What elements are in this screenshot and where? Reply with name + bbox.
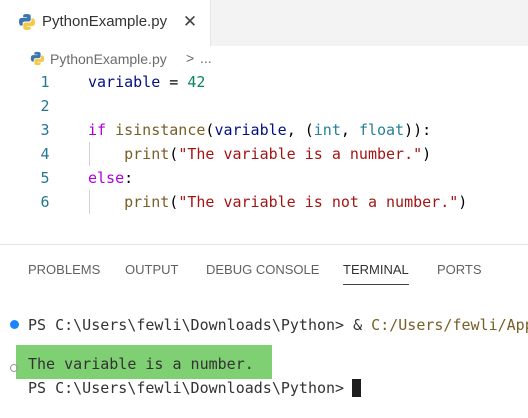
- code-token: 42: [187, 73, 206, 91]
- terminal[interactable]: PS C:\Users\fewli\Downloads\Python> & C:…: [0, 300, 528, 418]
- code-token: "The variable is not a number.": [178, 193, 459, 211]
- line-number: 2: [40, 97, 50, 115]
- line-number: 6: [40, 193, 50, 211]
- code-token: :: [124, 169, 134, 187]
- code-token: , (: [286, 121, 314, 139]
- code-token: )):: [404, 121, 432, 139]
- terminal-prompt: PS C:\Users\fewli\Downloads\Python> &: [28, 316, 372, 334]
- code-token: (: [169, 145, 179, 163]
- line-number: 1: [40, 73, 50, 91]
- code-token: print: [124, 145, 170, 163]
- code-text: print("The variable is a number."): [88, 145, 431, 163]
- panel-tab-bar: PROBLEMS OUTPUT DEBUG CONSOLE TERMINAL P…: [0, 245, 528, 285]
- code-token: if: [88, 121, 107, 139]
- close-icon[interactable]: ✕: [180, 12, 200, 32]
- terminal-command-path: C:/Users/fewli/App: [371, 316, 528, 334]
- python-file-icon: [30, 51, 45, 66]
- code-text: else:: [88, 169, 133, 187]
- active-tab-indicator: [343, 284, 409, 285]
- code-token: print: [124, 193, 170, 211]
- code-text: if isinstance(variable, (int, float)):: [88, 121, 431, 139]
- code-token: isinstance: [115, 121, 206, 139]
- code-token: ,: [340, 121, 359, 139]
- command-decoration-icon[interactable]: [10, 364, 18, 372]
- breadcrumb: PythonExample.py > ...: [0, 46, 528, 72]
- code-text: variable = 42: [88, 73, 205, 91]
- code-token: else: [88, 169, 125, 187]
- breadcrumb-separator: >: [186, 50, 195, 66]
- code-line: 1 variable = 42: [0, 70, 528, 94]
- line-number: 4: [40, 145, 50, 163]
- code-editor[interactable]: 1 variable = 42 2 3 if isinstance(variab…: [0, 70, 528, 220]
- tab-ports[interactable]: PORTS: [437, 262, 482, 277]
- tab-label: PythonExample.py: [42, 13, 168, 30]
- code-line: 4 print("The variable is a number."): [0, 142, 528, 166]
- code-token: int: [313, 121, 341, 139]
- python-file-icon: [19, 14, 35, 30]
- code-token: variable: [88, 73, 161, 91]
- line-number: 5: [40, 169, 50, 187]
- terminal-output: The variable is a number.: [28, 355, 254, 373]
- code-line: 5 else:: [0, 166, 528, 190]
- breadcrumb-file[interactable]: PythonExample.py: [50, 51, 167, 67]
- terminal-line: PS C:\Users\fewli\Downloads\Python> & C:…: [28, 316, 528, 334]
- code-token: ): [422, 145, 432, 163]
- breadcrumb-more[interactable]: ...: [200, 50, 212, 66]
- code-line: 3 if isinstance(variable, (int, float)):: [0, 118, 528, 142]
- code-text: print("The variable is not a number."): [88, 193, 467, 211]
- code-line: 6 print("The variable is not a number."): [0, 190, 528, 214]
- tab-terminal[interactable]: TERMINAL: [343, 262, 409, 277]
- tab-problems[interactable]: PROBLEMS: [28, 262, 100, 277]
- code-token: (: [169, 193, 179, 211]
- terminal-cursor: [352, 379, 361, 397]
- editor-tab-bar: PythonExample.py ✕: [0, 0, 528, 46]
- command-decoration-icon[interactable]: [10, 320, 19, 329]
- code-token: float: [358, 121, 405, 139]
- code-token: =: [160, 73, 188, 91]
- tab-python-example[interactable]: PythonExample.py ✕: [0, 0, 211, 46]
- code-token: "The variable is a number.": [178, 145, 423, 163]
- tab-debug-console[interactable]: DEBUG CONSOLE: [206, 262, 319, 277]
- terminal-prompt: PS C:\Users\fewli\Downloads\Python>: [28, 379, 354, 397]
- code-token: variable: [214, 121, 287, 139]
- code-line: 2: [0, 94, 528, 118]
- tab-output[interactable]: OUTPUT: [125, 262, 178, 277]
- line-number: 3: [40, 121, 50, 139]
- code-token: ): [458, 193, 468, 211]
